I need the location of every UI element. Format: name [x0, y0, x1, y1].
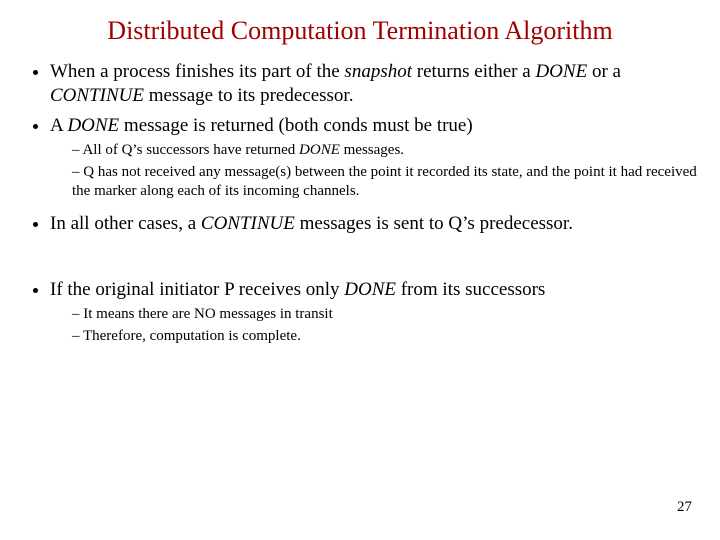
text: In all other cases, a — [50, 213, 201, 234]
slide: Distributed Computation Termination Algo… — [0, 0, 720, 540]
italic-done: DONE — [344, 279, 396, 300]
italic-continue: CONTINUE — [201, 213, 295, 234]
text: messages. — [340, 142, 404, 158]
spacer — [50, 242, 700, 272]
slide-title: Distributed Computation Termination Algo… — [20, 16, 700, 46]
text: All of Q’s successors have returned — [82, 142, 299, 158]
italic-done: DONE — [299, 142, 340, 158]
text: messages is sent to Q’s predecessor. — [295, 213, 573, 234]
bullet-4-sub-1: It means there are NO messages in transi… — [72, 305, 700, 325]
italic-continue: CONTINUE — [50, 85, 144, 106]
bullet-2: A DONE message is returned (both conds m… — [50, 114, 700, 202]
bullet-2-sublist: All of Q’s successors have returned DONE… — [50, 141, 700, 202]
text: When a process finishes its part of the — [50, 61, 344, 82]
italic-snapshot: snapshot — [344, 61, 412, 82]
text: returns either a — [412, 61, 535, 82]
italic-done: DONE — [67, 115, 119, 136]
bullet-3: In all other cases, a CONTINUE messages … — [50, 212, 700, 236]
bullet-4: If the original initiator P receives onl… — [50, 278, 700, 347]
text: If the original initiator P receives onl… — [50, 279, 344, 300]
text: Therefore, computation is complete. — [83, 328, 301, 344]
text: A — [50, 115, 67, 136]
text: Q has not received any message(s) betwee… — [72, 164, 697, 200]
bullet-list: When a process finishes its part of the … — [20, 60, 700, 346]
italic-done: DONE — [535, 61, 587, 82]
text: or a — [587, 61, 621, 82]
text: from its successors — [396, 279, 545, 300]
text: It means there are NO messages in transi… — [83, 306, 333, 322]
text: message to its predecessor. — [144, 85, 353, 106]
bullet-1: When a process finishes its part of the … — [50, 60, 700, 108]
bullet-2-sub-2: Q has not received any message(s) betwee… — [72, 163, 700, 202]
bullet-4-sub-2: Therefore, computation is complete. — [72, 327, 700, 347]
bullet-2-sub-1: All of Q’s successors have returned DONE… — [72, 141, 700, 161]
bullet-4-sublist: It means there are NO messages in transi… — [50, 305, 700, 346]
page-number: 27 — [677, 499, 692, 516]
text: message is returned (both conds must be … — [119, 115, 473, 136]
